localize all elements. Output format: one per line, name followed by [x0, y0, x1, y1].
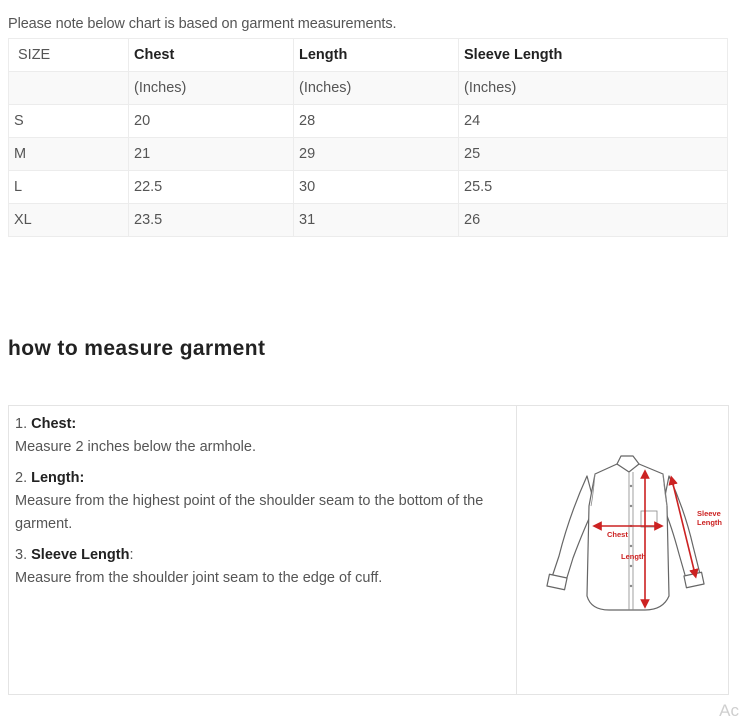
measure-item-sleeve: 3. Sleeve Length: Measure from the shoul…: [15, 544, 510, 590]
measure-guide: 1. Chest: Measure 2 inches below the arm…: [8, 405, 729, 695]
item-label: Sleeve Length: [31, 547, 130, 563]
shirt-diagram: Chest Length Sleeve Length: [517, 406, 728, 694]
chest-cell: 20: [128, 104, 294, 138]
length-cell: 29: [293, 137, 459, 171]
diagram-label-chest: Chest: [607, 530, 628, 539]
item-suffix: :: [129, 547, 134, 563]
header-size: SIZE: [8, 38, 129, 72]
table-row: S 20 28 24: [8, 104, 728, 138]
item-description: Measure from the shoulder joint seam to …: [15, 570, 383, 586]
chest-cell: 22.5: [128, 170, 294, 204]
item-number: 2.: [15, 470, 32, 486]
size-cell: M: [8, 137, 129, 171]
unit-cell: (Inches): [293, 71, 459, 105]
item-number: 1.: [15, 416, 32, 432]
table-row: M 21 29 25: [8, 137, 728, 171]
shirt-illustration: Chest Length Sleeve Length: [546, 455, 722, 611]
length-cell: 30: [293, 170, 459, 204]
item-number: 3.: [15, 547, 32, 563]
header-length: Length: [293, 38, 459, 72]
header-sleeve-length: Sleeve Length: [458, 38, 728, 72]
length-cell: 31: [293, 203, 459, 237]
diagram-label-length: Length: [621, 552, 646, 561]
size-chart-table: SIZE Chest Length Sleeve Length (Inches)…: [8, 38, 728, 237]
unit-cell: (Inches): [128, 71, 294, 105]
length-cell: 28: [293, 104, 459, 138]
chart-note: Please note below chart is based on garm…: [8, 16, 397, 32]
table-row: XL 23.5 31 26: [8, 203, 728, 237]
sleeve-cell: 25: [458, 137, 728, 171]
units-row: (Inches) (Inches) (Inches): [8, 71, 728, 105]
measure-item-chest: 1. Chest: Measure 2 inches below the arm…: [15, 413, 510, 459]
table-header-row: SIZE Chest Length Sleeve Length: [8, 38, 728, 72]
table-row: L 22.5 30 25.5: [8, 170, 728, 204]
size-cell: XL: [8, 203, 129, 237]
sleeve-cell: 25.5: [458, 170, 728, 204]
unit-cell: [8, 71, 129, 105]
header-chest: Chest: [128, 38, 294, 72]
unit-cell: (Inches): [458, 71, 728, 105]
measure-instructions: 1. Chest: Measure 2 inches below the arm…: [9, 406, 517, 694]
sleeve-cell: 26: [458, 203, 728, 237]
section-title: how to measure garment: [8, 337, 266, 360]
chest-cell: 23.5: [128, 203, 294, 237]
chest-cell: 21: [128, 137, 294, 171]
item-description: Measure 2 inches below the armhole.: [15, 439, 256, 455]
item-label: Chest:: [31, 416, 77, 432]
item-description: Measure from the highest point of the sh…: [15, 493, 484, 532]
diagram-label-sleeve: Sleeve: [697, 509, 721, 518]
size-cell: S: [8, 104, 129, 138]
item-label: Length:: [31, 470, 85, 486]
size-cell: L: [8, 170, 129, 204]
corner-text: Ac: [719, 701, 739, 720]
measure-item-length: 2. Length: Measure from the highest poin…: [15, 467, 510, 536]
sleeve-cell: 24: [458, 104, 728, 138]
diagram-label-sleeve-length: Length: [697, 518, 722, 527]
